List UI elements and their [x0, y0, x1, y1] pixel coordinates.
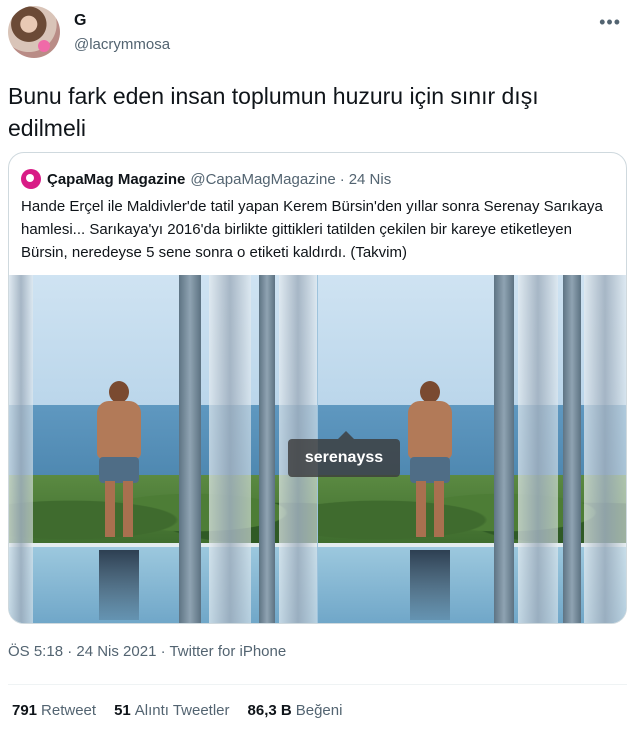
stat-label: Retweet — [41, 702, 97, 719]
stat-value: 86,3 B — [247, 702, 292, 719]
quoted-date[interactable]: 24 Nis — [349, 171, 392, 188]
author-avatar[interactable] — [8, 6, 60, 58]
stat-value: 51 — [114, 702, 131, 719]
tweet-stats: 791 Retweet 51 Alıntı Tweetler 86,3 B Be… — [12, 702, 360, 719]
tweet-text: Bunu fark eden insan toplumun huzuru içi… — [8, 83, 539, 141]
quoted-media-image[interactable]: serenayss — [9, 275, 626, 623]
quoted-tweet-header: ÇapaMag Magazine @CapaMagMagazine · 24 N… — [21, 168, 391, 190]
image-user-tag[interactable]: serenayss — [288, 431, 400, 477]
quote-tweets-count[interactable]: 51 Alıntı Tweetler — [114, 702, 229, 719]
stat-value: 791 — [12, 702, 38, 719]
quoted-avatar-icon[interactable] — [21, 169, 41, 189]
tweet-metadata[interactable]: ÖS 5:18 · 24 Nis 2021 · Twitter for iPho… — [8, 643, 286, 660]
author-name[interactable]: G — [74, 12, 86, 30]
quoted-author-handle[interactable]: @CapaMagMagazine — [190, 171, 335, 188]
tweet-header: G @lacrymmosa ••• — [8, 6, 627, 62]
photo-left-panel — [9, 275, 317, 623]
retweet-count[interactable]: 791 Retweet — [12, 702, 96, 719]
quoted-author-name[interactable]: ÇapaMag Magazine — [47, 171, 185, 188]
divider — [8, 684, 627, 685]
separator-dot: · — [339, 170, 345, 188]
likes-count[interactable]: 86,3 B Beğeni — [248, 702, 343, 719]
more-options-icon[interactable]: ••• — [599, 12, 621, 33]
person-figure — [400, 375, 460, 545]
stat-label: Alıntı Tweetler — [134, 702, 230, 719]
quoted-tweet[interactable]: ÇapaMag Magazine @CapaMagMagazine · 24 N… — [8, 152, 627, 624]
quoted-text: Hande Erçel ile Maldivler'de tatil yapan… — [21, 198, 603, 261]
stat-label: Beğeni — [295, 702, 343, 719]
avatar-balloon — [38, 40, 50, 52]
person-figure — [89, 375, 149, 545]
author-handle[interactable]: @lacrymmosa — [74, 36, 170, 53]
